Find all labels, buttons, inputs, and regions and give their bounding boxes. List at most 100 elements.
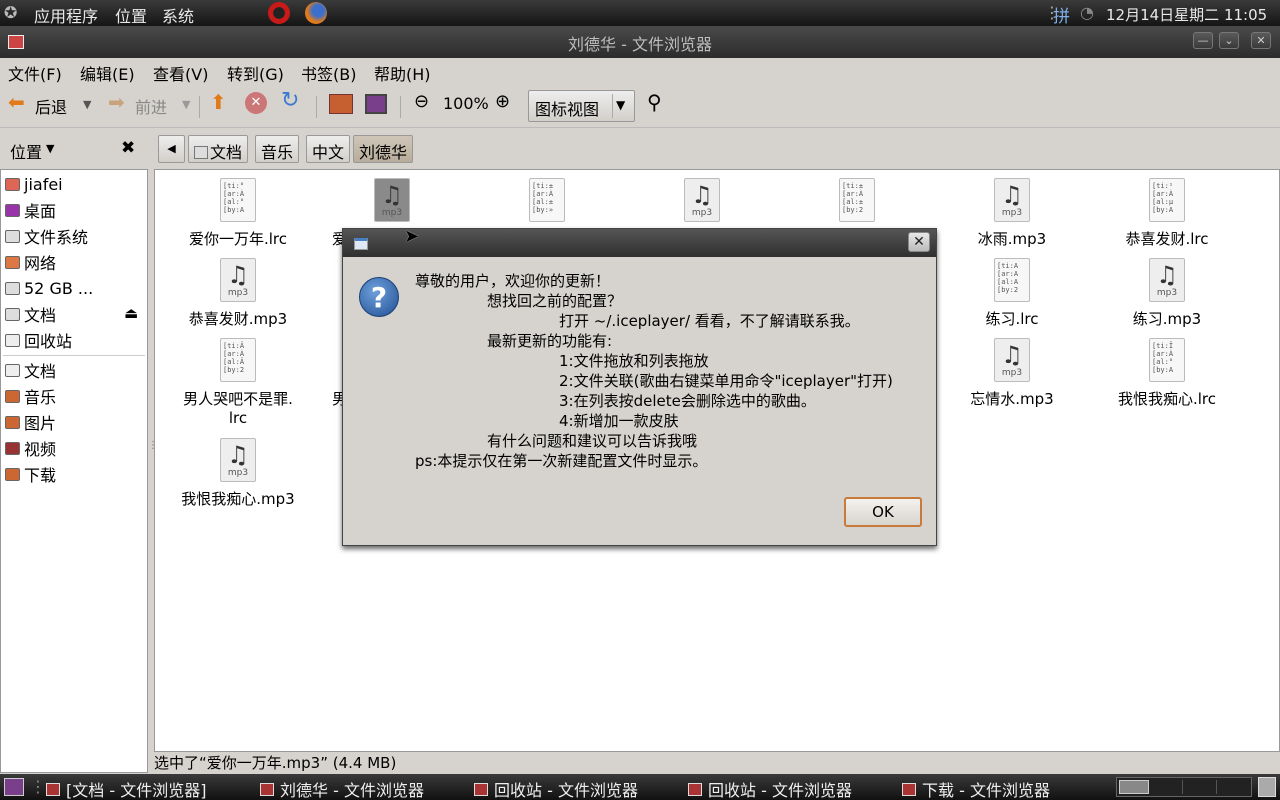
menu-go[interactable]: 转到(G)	[227, 61, 284, 85]
sidebar-item-documents[interactable]: 文档	[5, 358, 56, 382]
sidebar-item-home[interactable]: jiafei	[5, 172, 63, 196]
sidebar-item-pictures[interactable]: 图片	[5, 410, 56, 434]
sidebar-type-select[interactable]: 位置	[10, 139, 42, 163]
task-downloads[interactable]: 下载 - 文件浏览器	[902, 777, 1050, 800]
file-item[interactable]: ♫ mp3 恭喜发财.mp3	[163, 258, 313, 329]
eject-icon[interactable]: ⏏	[124, 304, 138, 322]
sidebar-item-documents-drive[interactable]: 文档	[5, 302, 56, 326]
sidebar-item-trash[interactable]: 回收站	[5, 328, 72, 352]
trash-applet-icon[interactable]	[1258, 777, 1276, 797]
reload-icon[interactable]: ↻	[281, 88, 299, 113]
workspace-4[interactable]	[1221, 780, 1251, 794]
firefox-icon[interactable]	[305, 2, 327, 24]
file-item[interactable]: [ti:¹ [ar:À [al:µ [by:A 恭喜发财.lrc	[1092, 178, 1242, 249]
back-button[interactable]: 后退	[35, 94, 67, 118]
workspace-2[interactable]	[1153, 780, 1183, 794]
show-desktop-icon[interactable]	[4, 778, 24, 796]
dialog-close-button[interactable]: ✕	[908, 232, 930, 252]
file-item[interactable]: ♫ mp3 我恨我痴心.mp3	[163, 438, 313, 509]
close-window-button[interactable]: ✕	[1251, 32, 1271, 49]
back-arrow-icon[interactable]: ⬅	[8, 90, 25, 114]
lrc-file-icon: [ti:Ä [ar:À [al:Ä [by:2	[220, 338, 256, 382]
file-item[interactable]: [ti:° [ar:À [al:° [by:A 爱你一万年.lrc	[163, 178, 313, 249]
music-note-icon: ♫	[1001, 341, 1023, 369]
zoom-level[interactable]: 100%	[443, 94, 489, 113]
view-mode-select[interactable]: 图标视图 ▼	[528, 90, 635, 122]
file-item[interactable]: ♫ mp3 练习.mp3	[1092, 258, 1242, 329]
menu-applications[interactable]: 应用程序	[34, 3, 98, 27]
opera-icon[interactable]	[268, 2, 290, 24]
menu-view[interactable]: 查看(V)	[153, 61, 208, 85]
file-browser-icon	[902, 782, 916, 796]
forward-history-dropdown-icon[interactable]: ▼	[182, 98, 190, 111]
forward-button[interactable]: 前进	[135, 94, 167, 118]
home-folder-icon	[5, 177, 20, 191]
stop-icon[interactable]: ✕	[245, 92, 267, 114]
crumb-current[interactable]: 刘德华	[353, 135, 414, 163]
close-sidebar-icon[interactable]: ✖	[121, 138, 135, 158]
maximize-button[interactable]: ⌄	[1219, 32, 1239, 49]
task-trash-1[interactable]: 回收站 - 文件浏览器	[474, 777, 638, 800]
task-liudehua[interactable]: 刘德华 - 文件浏览器	[260, 777, 424, 800]
task-documents[interactable]: [文档 - 文件浏览器]	[46, 777, 206, 800]
mp3-file-icon: ♫ mp3	[994, 338, 1030, 382]
zoom-out-icon[interactable]: ⊖	[414, 91, 429, 112]
drive-icon	[194, 146, 208, 159]
video-folder-icon	[5, 441, 20, 455]
crumb-documents[interactable]: 文档	[188, 135, 249, 163]
crumb-music[interactable]: 音乐	[255, 135, 300, 163]
chevron-down-icon[interactable]: ▼	[46, 142, 54, 155]
crumb-chinese[interactable]: 中文	[306, 135, 351, 163]
sidebar-item-videos[interactable]: 视频	[5, 436, 56, 460]
file-item[interactable]: ♫ mp3 忘情水.mp3	[937, 338, 1087, 409]
dialog-line: 打开 ~/.iceplayer/ 看看，不了解请联系我。	[559, 312, 860, 330]
workspace-1[interactable]	[1119, 780, 1149, 794]
home-icon[interactable]	[329, 94, 353, 114]
menu-bookmarks[interactable]: 书签(B)	[301, 61, 356, 85]
sidebar-item-network[interactable]: 网络	[5, 250, 56, 274]
file-item[interactable]: [ti:Ä [ar:À [al:Ä [by:2 男人哭吧不是罪. lrc	[163, 338, 313, 427]
zoom-in-icon[interactable]: ⊕	[495, 91, 510, 112]
path-scroll-left-button[interactable]: ◀	[158, 135, 185, 163]
file-item[interactable]: ♫ mp3 冰雨.mp3	[937, 178, 1087, 249]
sidebar-item-downloads[interactable]: 下载	[5, 462, 56, 486]
ok-button[interactable]: OK	[844, 497, 922, 527]
file-item[interactable]: [ti:Î [ar:À [al:° [by:A 我恨我痴心.lrc	[1092, 338, 1242, 409]
toolbar: ⬅ 后退 ▼ ➡ 前进 ▼ ⬆ ✕ ↻ ⊖ 100% ⊕ 图标视图 ▼ ⚲	[0, 84, 1280, 128]
menu-places[interactable]: 位置	[115, 3, 147, 27]
back-history-dropdown-icon[interactable]: ▼	[83, 98, 91, 111]
menu-edit[interactable]: 编辑(E)	[80, 61, 135, 85]
menu-help[interactable]: 帮助(H)	[374, 61, 431, 85]
sidebar-item-desktop[interactable]: 桌面	[5, 198, 56, 222]
forward-arrow-icon[interactable]: ➡	[108, 90, 125, 114]
menu-system[interactable]: 系统	[162, 3, 194, 27]
window-icon	[354, 238, 368, 250]
clock[interactable]: 12月14日星期二 11:05	[1106, 4, 1267, 25]
mp3-icon-label: mp3	[691, 208, 713, 218]
ubuntu-logo-icon[interactable]: ✪	[4, 3, 17, 22]
dialog-titlebar[interactable]: ✕	[343, 229, 936, 257]
up-arrow-icon[interactable]: ⬆	[210, 90, 227, 114]
wifi-icon[interactable]: ◔	[1080, 3, 1094, 22]
sidebar-item-drive[interactable]: 52 GB ...	[5, 276, 93, 300]
task-trash-2[interactable]: 回收站 - 文件浏览器	[688, 777, 852, 800]
file-item[interactable]: ♫ mp3	[627, 178, 777, 228]
mp3-file-icon: ♫ mp3	[374, 178, 410, 222]
minimize-button[interactable]: —	[1193, 32, 1213, 49]
file-item[interactable]: [ti:± [ar:À [al:± [by:»	[472, 178, 622, 228]
workspace-3[interactable]	[1187, 780, 1217, 794]
sidebar-item-filesystem[interactable]: 文件系统	[5, 224, 88, 248]
input-method-icon[interactable]: 拼	[1053, 2, 1070, 27]
file-item[interactable]: [ti:A [ar:A [al:A [by:2 练习.lrc	[937, 258, 1087, 329]
computer-icon[interactable]	[365, 94, 387, 114]
sidebar-item-music[interactable]: 音乐	[5, 384, 56, 408]
mp3-file-icon: ♫ mp3	[220, 258, 256, 302]
search-icon[interactable]: ⚲	[647, 90, 662, 114]
folder-icon	[5, 363, 20, 377]
mp3-icon-label: mp3	[1001, 208, 1023, 218]
window-titlebar[interactable]: 刘德华 - 文件浏览器 — ⌄ ✕	[0, 26, 1280, 58]
select-divider	[612, 94, 613, 118]
workspace-switcher[interactable]	[1116, 777, 1252, 797]
menu-file[interactable]: 文件(F)	[8, 61, 62, 85]
file-item[interactable]: [ti:± [ar:À [al:± [by:2	[782, 178, 932, 228]
